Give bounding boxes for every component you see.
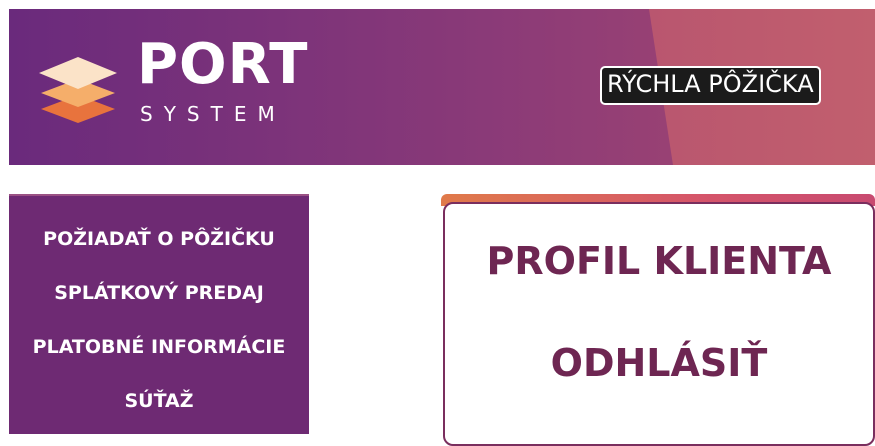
sidebar-item-apply-loan[interactable]: POŽIADAŤ O PÔŽIČKU: [9, 230, 309, 249]
client-profile-link[interactable]: PROFIL KLIENTA: [445, 242, 873, 280]
sidebar-menu: POŽIADAŤ O PÔŽIČKU SPLÁTKOVÝ PREDAJ PLAT…: [9, 194, 309, 434]
logo-sub-text: SYSTEM: [140, 102, 286, 126]
site-header: PORT SYSTEM RÝCHLA PÔŽIČKA: [9, 9, 875, 165]
account-menu-panel: PROFIL KLIENTA ODHLÁSIŤ: [443, 202, 875, 446]
logout-link[interactable]: ODHLÁSIŤ: [445, 344, 873, 382]
account-menu: PROFIL KLIENTA ODHLÁSIŤ: [441, 194, 875, 446]
logo-brand-text: PORT: [137, 32, 309, 97]
sidebar-item-contest[interactable]: SÚŤAŽ: [9, 392, 309, 411]
port-system-logo[interactable]: PORT SYSTEM: [33, 32, 333, 149]
quick-loan-button[interactable]: RÝCHLA PÔŽIČKA: [600, 66, 821, 105]
sidebar-item-payment-info[interactable]: PLATOBNÉ INFORMÁCIE: [9, 338, 309, 357]
sidebar-item-installment-sale[interactable]: SPLÁTKOVÝ PREDAJ: [9, 284, 309, 303]
layers-logo-icon: [39, 57, 117, 123]
